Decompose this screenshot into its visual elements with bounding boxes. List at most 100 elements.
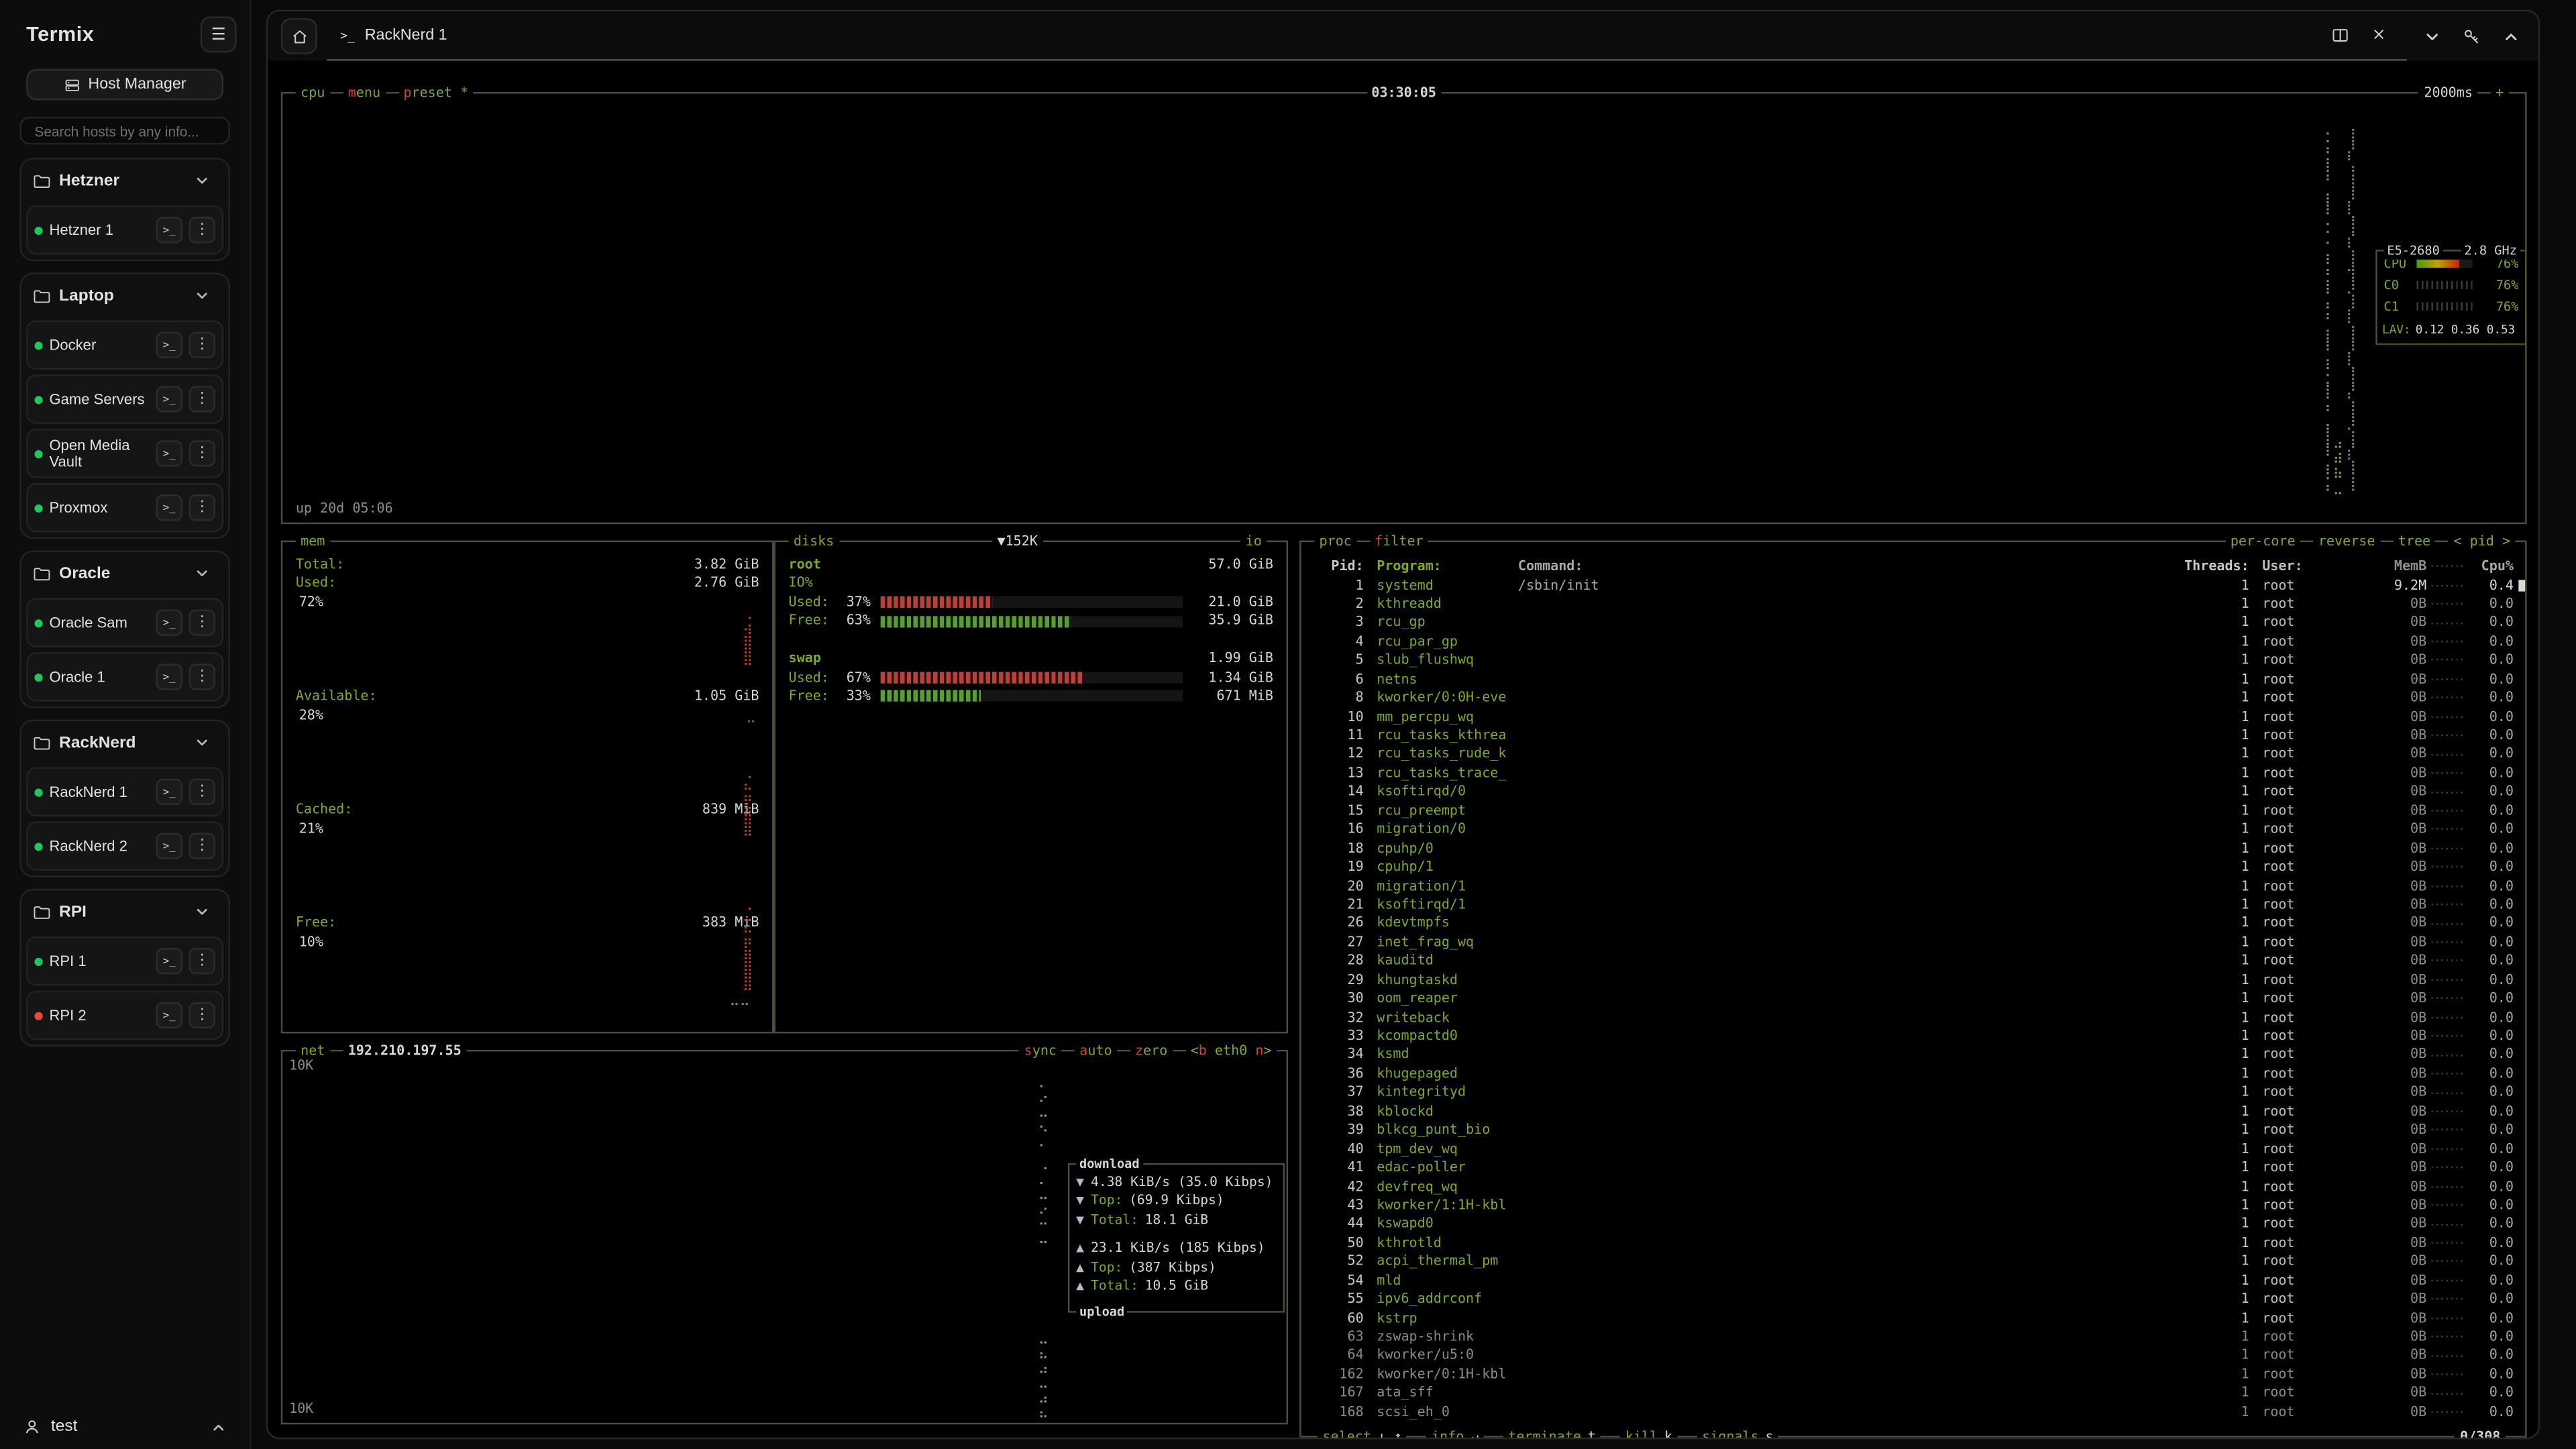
- process-row[interactable]: 34ksmd1root0B0.0: [1301, 1046, 2526, 1065]
- home-button[interactable]: [281, 18, 317, 54]
- option[interactable]: filter: [1370, 532, 1428, 551]
- process-row[interactable]: 2kthreadd1root0B0.0: [1301, 594, 2526, 613]
- host-menu-button[interactable]: ⋮: [189, 663, 215, 690]
- tab-racknerd-1[interactable]: >_ RackNerd 1 ×: [327, 11, 2406, 60]
- process-row[interactable]: 50kthrotld1root0B0.0: [1301, 1234, 2526, 1252]
- folder-collapse-button[interactable]: [187, 559, 217, 588]
- process-row[interactable]: 28kauditd1root0B0.0: [1301, 952, 2526, 971]
- tab-close-button[interactable]: ×: [2364, 21, 2394, 50]
- host-terminal-button[interactable]: >_: [156, 386, 182, 413]
- process-row[interactable]: 19cpuhp/11root0B0.0: [1301, 858, 2526, 877]
- footer-option[interactable]: terminatet: [1503, 1427, 1601, 1439]
- host-menu-button[interactable]: ⋮: [189, 833, 215, 859]
- process-row[interactable]: 37kintegrityd1root0B0.0: [1301, 1083, 2526, 1102]
- process-row[interactable]: 12rcu_tasks_rude_k1root0B0.0: [1301, 745, 2526, 763]
- host-terminal-button[interactable]: >_: [156, 610, 182, 636]
- process-row[interactable]: 44kswapd01root0B0.0: [1301, 1215, 2526, 1234]
- process-row[interactable]: 26kdevtmpfs1root0B0.0: [1301, 914, 2526, 933]
- disk-io-toggle[interactable]: io: [1240, 532, 1267, 551]
- host-item[interactable]: RackNerd 1>_⋮: [26, 767, 223, 816]
- folder-collapse-button[interactable]: [187, 281, 217, 311]
- host-item[interactable]: Open Media Vault>_⋮: [26, 429, 223, 478]
- host-terminal-button[interactable]: >_: [156, 217, 182, 243]
- process-row[interactable]: 64kworker/u5:01root0B0.0: [1301, 1346, 2526, 1365]
- process-row[interactable]: 38kblockd1root0B0.0: [1301, 1102, 2526, 1121]
- process-row[interactable]: 18cpuhp/01root0B0.0: [1301, 839, 2526, 858]
- folder-header[interactable]: RPI: [26, 892, 223, 932]
- process-row[interactable]: 42devfreq_wq1root0B0.0: [1301, 1177, 2526, 1196]
- option[interactable]: reverse: [2313, 532, 2379, 551]
- process-row[interactable]: 55ipv6_addrconf1root0B0.0: [1301, 1290, 2526, 1309]
- host-item[interactable]: RPI 1>_⋮: [26, 936, 223, 985]
- process-row[interactable]: 10mm_percpu_wq1root0B0.0: [1301, 707, 2526, 726]
- search-input[interactable]: [19, 117, 229, 145]
- user-menu[interactable]: test: [0, 1405, 250, 1449]
- process-row[interactable]: 63zswap-shrink1root0B0.0: [1301, 1328, 2526, 1346]
- folder-collapse-button[interactable]: [187, 897, 217, 926]
- process-row[interactable]: 60kstrp1root0B0.0: [1301, 1309, 2526, 1328]
- option[interactable]: zero: [1130, 1041, 1173, 1060]
- host-item[interactable]: Oracle Sam>_⋮: [26, 598, 223, 647]
- process-row[interactable]: 14ksoftirqd/01root0B0.0: [1301, 782, 2526, 801]
- host-menu-button[interactable]: ⋮: [189, 217, 215, 243]
- process-row[interactable]: 11rcu_tasks_kthrea1root0B0.0: [1301, 726, 2526, 745]
- process-row[interactable]: 21ksoftirqd/11root0B0.0: [1301, 896, 2526, 914]
- process-row[interactable]: 43kworker/1:1H-kbl1root0B0.0: [1301, 1196, 2526, 1215]
- ssh-keys-button[interactable]: [2456, 21, 2485, 51]
- process-row[interactable]: 30oom_reaper1root0B0.0: [1301, 989, 2526, 1008]
- footer-option[interactable]: killk: [1621, 1427, 1678, 1439]
- col-mem[interactable]: MemB: [2354, 557, 2426, 576]
- collapse-panel-button[interactable]: [2496, 21, 2525, 51]
- host-item[interactable]: RPI 2>_⋮: [26, 991, 223, 1040]
- host-terminal-button[interactable]: >_: [156, 332, 182, 358]
- col-program[interactable]: Program:: [1377, 557, 1518, 576]
- host-menu-button[interactable]: ⋮: [189, 779, 215, 805]
- process-row[interactable]: 40tpm_dev_wq1root0B0.0: [1301, 1140, 2526, 1159]
- process-row[interactable]: 6netns1root0B0.0: [1301, 669, 2526, 688]
- option[interactable]: preset *: [398, 83, 473, 102]
- process-row[interactable]: 36khugepaged1root0B0.0: [1301, 1065, 2526, 1083]
- process-row[interactable]: 5slub_flushwq1root0B0.0: [1301, 651, 2526, 669]
- process-row[interactable]: 54mld1root0B0.0: [1301, 1271, 2526, 1290]
- host-menu-button[interactable]: ⋮: [189, 610, 215, 636]
- folder-header[interactable]: Hetzner: [26, 161, 223, 201]
- host-menu-button[interactable]: ⋮: [189, 440, 215, 466]
- process-row[interactable]: 4rcu_par_gp1root0B0.0: [1301, 632, 2526, 651]
- process-row[interactable]: 41edac-poller1root0B0.0: [1301, 1159, 2526, 1177]
- process-row[interactable]: 167ata_sff1root0B0.0: [1301, 1384, 2526, 1403]
- process-row[interactable]: 27inet_frag_wq1root0B0.0: [1301, 933, 2526, 952]
- option[interactable]: sync: [1019, 1041, 1061, 1060]
- option[interactable]: per-core: [2225, 532, 2300, 551]
- process-row[interactable]: 8kworker/0:0H-eve1root0B0.0: [1301, 688, 2526, 707]
- col-pid[interactable]: Pid:: [1314, 557, 1363, 576]
- host-menu-button[interactable]: ⋮: [189, 332, 215, 358]
- footer-option[interactable]: info↵: [1427, 1427, 1484, 1439]
- host-item[interactable]: Oracle 1>_⋮: [26, 652, 223, 701]
- process-row[interactable]: 39blkcg_punt_bio1root0B0.0: [1301, 1121, 2526, 1140]
- host-menu-button[interactable]: ⋮: [189, 1002, 215, 1028]
- option[interactable]: <b eth0 n>: [1185, 1041, 1277, 1060]
- col-threads[interactable]: Threads:: [2177, 557, 2249, 576]
- col-command[interactable]: Command:: [1518, 557, 2027, 576]
- footer-option[interactable]: select↓ ↑: [1318, 1427, 1407, 1439]
- host-manager-button[interactable]: Host Manager: [26, 69, 223, 101]
- col-cpu[interactable]: Cpu%: [2464, 557, 2513, 576]
- host-terminal-button[interactable]: >_: [156, 948, 182, 974]
- process-row[interactable]: 15rcu_preempt1root0B0.0: [1301, 801, 2526, 820]
- host-menu-button[interactable]: ⋮: [189, 386, 215, 413]
- host-item[interactable]: Hetzner 1>_⋮: [26, 205, 223, 254]
- host-item[interactable]: Proxmox>_⋮: [26, 483, 223, 532]
- host-terminal-button[interactable]: >_: [156, 833, 182, 859]
- option[interactable]: menu: [343, 83, 385, 102]
- host-menu-button[interactable]: ⋮: [189, 494, 215, 521]
- update-interval[interactable]: 2000ms: [2419, 83, 2477, 102]
- folder-header[interactable]: Laptop: [26, 276, 223, 315]
- host-terminal-button[interactable]: >_: [156, 1002, 182, 1028]
- terminal[interactable]: cpu menupreset * 03:30:05 2000ms + E5-26…: [268, 61, 2538, 1440]
- footer-option[interactable]: signalss: [1697, 1427, 1778, 1439]
- process-row[interactable]: 16migration/01root0B0.0: [1301, 820, 2526, 839]
- process-row[interactable]: 29khungtaskd1root0B0.0: [1301, 971, 2526, 989]
- tab-list-button[interactable]: [2416, 21, 2446, 51]
- process-row[interactable]: 20migration/11root0B0.0: [1301, 877, 2526, 896]
- process-row[interactable]: 3rcu_gp1root0B0.0: [1301, 613, 2526, 632]
